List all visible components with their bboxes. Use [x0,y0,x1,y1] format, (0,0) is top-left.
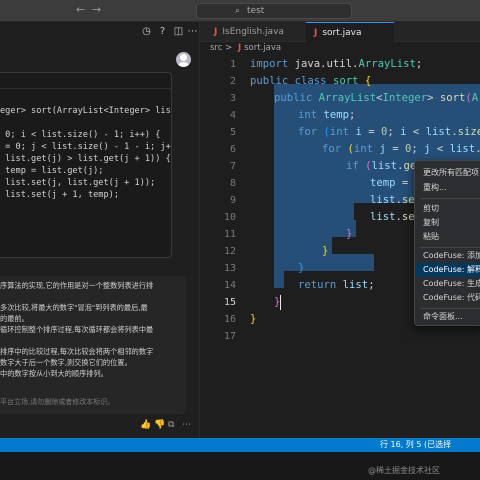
line-number: 14 [223,280,236,291]
chat-code-line: = 0; j < list.size() - 1 - i; j++ [0,142,172,152]
java-file-icon: J [314,28,318,38]
line-number: 16 [223,314,236,325]
code-line: } [322,245,329,257]
status-bar: 行 16, 列 5 (已选择 @稀土掘金技术社区 [0,438,480,480]
text-cursor [280,295,281,310]
tab-sort[interactable]: Jsort.java [306,22,394,42]
menu-separator [420,308,480,309]
menu-item-codefuse-generate[interactable]: CodeFuse: 生成 [415,277,480,291]
line-number: 17 [223,331,236,342]
line-number-current: 15 [223,297,236,308]
reply-line: 排序中的比较过程,每次比较会将两个相邻的数字 [0,347,154,356]
chat-toolbar: ◷ ? ◫ ⋯ [0,22,200,42]
help-icon[interactable]: ? [156,25,169,38]
code-line: import java.util.ArrayList; [250,58,423,70]
reply-line: 中的数字按从小到大的顺序排列。 [0,369,108,378]
code-line: return list; [298,279,375,291]
line-number: 3 [229,93,236,104]
menu-item-codefuse-code[interactable]: CodeFuse: 代码 [415,291,480,305]
chat-code-line: temp = list.get(j); [0,166,104,176]
selection-highlight [274,271,284,288]
tab-label: sort.java [322,28,362,38]
code-line: } [298,262,305,274]
code-line: for (int j = 0; j < list.si [322,143,480,155]
code-line: int temp; [298,109,356,121]
thumb-down-icon[interactable]: 👎 [154,420,165,430]
title-bar: ← → ⌕ test [0,0,480,22]
ai-chat-panel: ◷ ? ◫ ⋯ eger> sort(ArrayList<Integer> li… [0,22,200,438]
more-icon[interactable]: ⋯ [182,420,191,430]
arrow-left-icon[interactable]: ← [76,3,85,16]
watermark: @稀土掘金技术社区 [368,466,440,475]
chat-code-line: eger> sort(ArrayList<Integer> list) [0,106,172,116]
reply-line: 的最前。 [0,314,29,323]
menu-item-codefuse-add[interactable]: CodeFuse: 添加 [415,249,480,263]
chat-code-line: list.set(j + 1, temp); [0,190,119,200]
breadcrumb: src > Jsort.java [210,43,281,55]
menu-item-cut[interactable]: 剪切 [415,202,480,216]
selection-highlight [274,220,356,237]
breadcrumb-separator: > [225,43,233,53]
java-file-icon: J [237,43,242,53]
more-icon[interactable]: ⋯ [186,25,199,38]
line-number: 4 [229,110,236,121]
line-number: 11 [223,229,236,240]
breadcrumb-file[interactable]: sort.java [244,43,281,53]
status-bar-strip: 行 16, 列 5 (已选择 [0,438,480,452]
menu-item-copy[interactable]: 复制 [415,216,480,230]
search-icon: ⌕ [235,6,241,16]
code-line: public class sort { [250,75,372,87]
line-number: 1 [229,59,236,70]
editor-context-menu: 更改所有匹配项 重构... 剪切 复制 粘贴 CodeFuse: 添加 Code… [414,160,480,326]
chat-code-line: list.set(j, list.get(j + 1)); [0,178,156,188]
line-number: 7 [229,161,236,172]
chat-code-line: list.get(j) > list.get(j + 1)) { [0,154,171,164]
code-line: } [346,228,353,240]
reply-line: 数字大于后一个数字,则交换它们的位置。 [0,358,132,367]
code-line: public ArrayList<Integer> sort(Arra [274,92,480,104]
tab-isenglish[interactable]: J IsEnglish.java [208,22,304,42]
code-line: for (int i = 0; i < list.size() [298,126,480,138]
history-icon[interactable]: ◷ [140,25,153,38]
tab-label: IsEnglish.java [222,27,284,37]
cursor-position[interactable]: 行 16, 列 5 (已选择 [380,439,451,450]
reply-line: 序算法的实现,它的作用是对一个整数列表进行排 [0,281,154,290]
menu-item-command-palette[interactable]: 命令面板... [415,310,480,324]
chat-code-line: 0; i < list.size() - 1; i++) { [0,130,161,140]
selection-highlight [274,203,354,220]
line-number: 10 [223,212,236,223]
java-file-icon: J [214,27,218,37]
ai-reply-message: 序算法的实现,它的作用是对一个整数列表进行排 多次比较,将最大的数字"冒泡"到列… [0,276,186,414]
menu-separator [420,198,480,199]
reply-line: 多次比较,将最大的数字"冒泡"到列表的最后,最 [0,303,148,312]
code-block-header [0,73,171,89]
copy-icon[interactable]: ⧉ [168,420,174,430]
menu-separator [420,247,480,248]
menu-item-codefuse-explain[interactable]: CodeFuse: 解释 [415,263,480,277]
editor-tabs: J IsEnglish.java Jsort.java [200,22,480,42]
reply-disclaimer: 平台立场,请勿删除或者修改本标识。 [0,398,115,406]
search-text: test [247,6,265,16]
line-number: 9 [229,195,236,206]
chat-code-block: eger> sort(ArrayList<Integer> list) 0; i… [0,72,172,258]
line-number: 2 [229,76,236,87]
line-number: 5 [229,127,236,138]
code-line: } [250,313,257,325]
split-icon[interactable]: ◫ [172,25,185,38]
thumb-up-icon[interactable]: 👍 [140,420,151,430]
line-number: 8 [229,178,236,189]
line-number: 13 [223,263,236,274]
menu-item-change-all-occurrences[interactable]: 更改所有匹配项 [415,166,480,180]
menu-item-refactor[interactable]: 重构... [415,181,480,195]
breadcrumb-folder[interactable]: src [210,43,222,53]
line-number: 12 [223,246,236,257]
user-avatar [176,52,191,67]
line-number: 6 [229,144,236,155]
arrow-right-icon[interactable]: → [92,3,101,16]
reply-line: 循环控制整个排序过程,每次循环都会将列表中最 [0,325,154,334]
command-center-search[interactable]: ⌕ test [196,3,352,19]
menu-item-paste[interactable]: 粘贴 [415,230,480,244]
chat-divider [0,266,196,270]
